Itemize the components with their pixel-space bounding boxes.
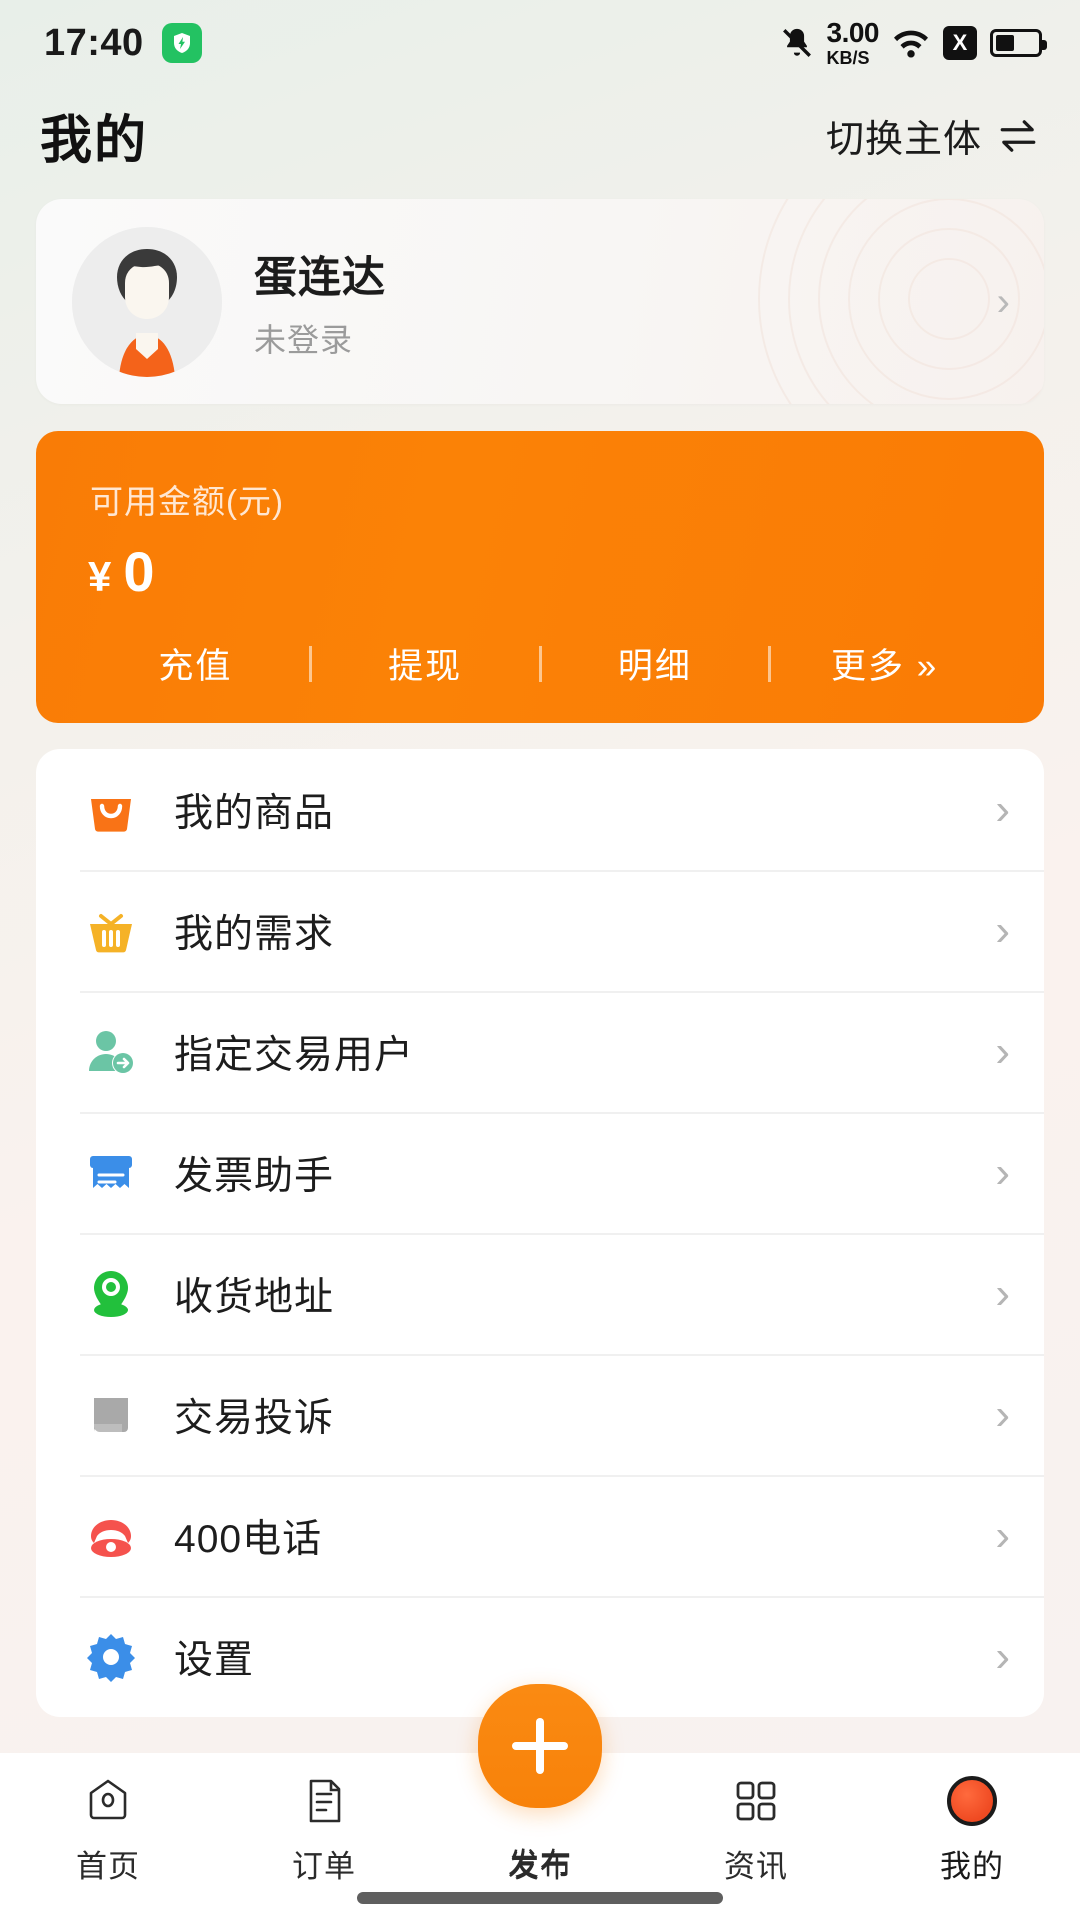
complaint-doc-icon [80,1384,142,1446]
tab-home[interactable]: 首页 [0,1775,216,1886]
menu-item-label: 指定交易用户 [174,1033,415,1077]
location-pin-icon [80,1263,142,1325]
balance-value: 0 [123,540,156,603]
publish-fab-label: 发布 [508,1847,572,1882]
profile-card[interactable]: 蛋连达 未登录 › [36,199,1044,404]
gear-icon [80,1626,142,1688]
switch-entity-button[interactable]: 切换主体 [826,108,1040,163]
tab-label: 我的 [940,1849,1004,1884]
wallet-action-recharge[interactable]: 充值 [82,638,309,689]
menu-item-trade-complaint[interactable]: 交易投诉 › [36,1354,1044,1475]
chevron-right-icon: › [995,905,1010,955]
status-bar: 17:40 3.00 KB/S X [0,0,1080,86]
menu-list: 我的商品 › 我的需求 › 指定交易用户 › 发票助手 › 收货地址 › 交易投 [36,749,1044,1717]
menu-item-label: 交易投诉 [174,1396,335,1440]
home-indicator[interactable] [357,1892,723,1904]
publish-fab-button[interactable] [478,1684,602,1808]
status-bar-icons: 3.00 KB/S X [780,17,1047,68]
invoice-icon [80,1142,142,1204]
chevron-right-icon: › [995,1026,1010,1076]
menu-item-label: 发票助手 [174,1154,335,1198]
wifi-icon [894,30,928,58]
wallet-action-withdraw[interactable]: 提现 [312,638,539,689]
page-header: 我的 切换主体 [0,86,1080,199]
wallet-action-details[interactable]: 明细 [542,638,769,689]
currency-symbol: ¥ [88,553,112,600]
tab-label: 首页 [76,1849,140,1884]
order-doc-icon [299,1775,349,1827]
user-assign-icon [80,1021,142,1083]
bell-muted-icon [782,28,811,57]
menu-item-my-demands[interactable]: 我的需求 › [36,870,1044,991]
tab-label: 订单 [292,1849,356,1884]
chevron-right-icon[interactable]: › [997,282,1010,322]
avatar [72,226,222,377]
chevron-right-icon: › [995,1631,1010,1681]
menu-item-label: 收货地址 [174,1275,335,1319]
chevron-right-icon: › [995,784,1010,834]
menu-item-shipping-address[interactable]: 收货地址 › [36,1233,1044,1354]
telephone-icon [80,1505,142,1567]
menu-item-label: 我的商品 [174,791,335,835]
home-icon [83,1775,133,1827]
tab-orders[interactable]: 订单 [216,1775,432,1886]
chevron-right-icon: › [995,1268,1010,1318]
tab-mine[interactable]: 我的 [864,1775,1080,1886]
tab-label: 资讯 [724,1849,788,1884]
wallet-balance-amount: ¥ 0 [36,539,1044,604]
chevron-right-icon: › [995,1147,1010,1197]
page-title: 我的 [40,112,149,170]
tab-news[interactable]: 资讯 [648,1775,864,1886]
user-avatar [72,226,222,377]
profile-login-status: 未登录 [254,321,354,358]
menu-item-invoice-assistant[interactable]: 发票助手 › [36,1112,1044,1233]
close-badge-icon: X [943,26,977,60]
shopping-bag-icon [80,779,142,841]
profile-text: 蛋连达 未登录 [254,243,386,361]
profile-avatar-icon [947,1775,997,1827]
shield-check-icon [161,23,202,63]
wallet-balance-label: 可用金额(元) [90,483,284,520]
wallet-card: 可用金额(元) ¥ 0 充值 提现 明细 更多 » [36,431,1044,723]
profile-name: 蛋连达 [254,253,386,302]
switch-arrows-icon [1000,119,1036,152]
grid-icon [731,1775,781,1827]
menu-item-my-products[interactable]: 我的商品 › [36,749,1044,870]
switch-entity-label: 切换主体 [825,119,982,161]
status-bar-time: 17:40 [44,21,144,64]
wallet-actions: 充值 提现 明细 更多 » [36,638,1044,689]
menu-item-label: 设置 [174,1638,255,1682]
battery-half-icon [990,29,1047,57]
menu-item-400-phone[interactable]: 400电话 › [36,1475,1044,1596]
basket-icon [80,900,142,962]
menu-item-assigned-users[interactable]: 指定交易用户 › [36,991,1044,1112]
chevron-right-icon: › [995,1510,1010,1560]
menu-item-label: 400电话 [174,1517,323,1561]
network-speed: 3.00 KB/S [826,17,880,68]
wallet-action-more[interactable]: 更多 » [771,638,998,689]
menu-item-label: 我的需求 [174,912,335,956]
chevron-right-icon: › [995,1389,1010,1439]
